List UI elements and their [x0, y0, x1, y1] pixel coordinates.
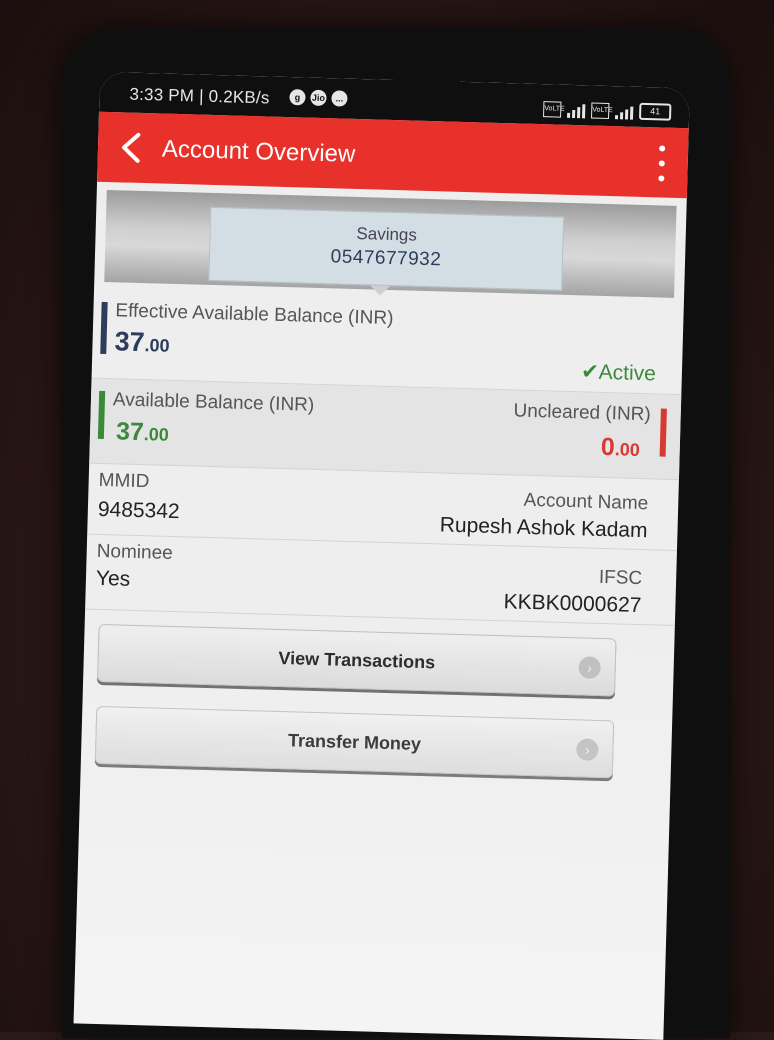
status-time: 3:33 PM | 0.2KB/s — [129, 84, 270, 108]
jio-notification-icon: Jio — [310, 89, 327, 107]
mmid-value: 9485342 — [97, 497, 180, 524]
available-balance-bar — [97, 390, 106, 440]
more-vertical-icon[interactable] — [657, 145, 666, 182]
signal-icon — [567, 104, 586, 119]
g-notification-icon: g — [289, 89, 306, 106]
nominee-value: Yes — [95, 566, 131, 591]
effective-balance-value: 37.00 — [114, 326, 170, 358]
available-balance-value: 37.00 — [115, 417, 170, 447]
sim2-icon: VoLTE — [591, 102, 613, 119]
ifsc-value: KKBK0000627 — [503, 590, 642, 618]
status-active-text: Active — [598, 360, 657, 386]
nominee-label: Nominee — [96, 540, 174, 564]
view-transactions-label: View Transactions — [278, 647, 436, 673]
effective-balance-bar — [100, 301, 108, 355]
signal2-icon — [614, 106, 634, 120]
uncleared-value: 0.00 — [600, 432, 641, 462]
account-carousel[interactable]: Savings 0547677932 — [104, 189, 677, 298]
account-card[interactable]: Savings 0547677932 — [208, 206, 565, 291]
sim1-icon: VoLTE — [543, 101, 565, 118]
available-balance-section: Available Balance (INR) 37.00 Uncleared … — [89, 378, 682, 481]
battery-icon: 41 — [638, 102, 672, 121]
view-transactions-button[interactable]: View Transactions › — [97, 623, 617, 697]
camera-notch — [350, 80, 460, 106]
effective-balance-label: Effective Available Balance (INR) — [115, 300, 394, 330]
account-name-value: Rupesh Ashok Kadam — [439, 513, 648, 543]
uncleared-bar — [659, 408, 667, 457]
notification-icons: g Jio ... — [289, 89, 348, 107]
page-title: Account Overview — [161, 135, 356, 168]
transfer-money-label: Transfer Money — [287, 730, 422, 754]
phone-screen: 3:33 PM | 0.2KB/s g Jio ... VoLTE VoLTE … — [73, 71, 690, 1040]
nominee-ifsc-section: Nominee Yes IFSC KKBK0000627 — [85, 534, 677, 627]
status-right: VoLTE VoLTE 41 — [543, 100, 672, 121]
status-active: ✔Active — [580, 360, 657, 386]
ifsc-label: IFSC — [598, 566, 643, 590]
chevron-left-icon[interactable] — [116, 130, 147, 165]
carousel-pointer — [369, 285, 391, 296]
message-notification-icon: ... — [331, 90, 348, 107]
account-name-label: Account Name — [523, 489, 649, 515]
available-balance-label: Available Balance (INR) — [112, 389, 315, 416]
effective-balance-section: Effective Available Balance (INR) 37.00 … — [91, 289, 684, 396]
uncleared-label: Uncleared (INR) — [513, 400, 652, 426]
transfer-money-button[interactable]: Transfer Money › — [94, 705, 615, 779]
mmid-label: MMID — [98, 469, 150, 493]
